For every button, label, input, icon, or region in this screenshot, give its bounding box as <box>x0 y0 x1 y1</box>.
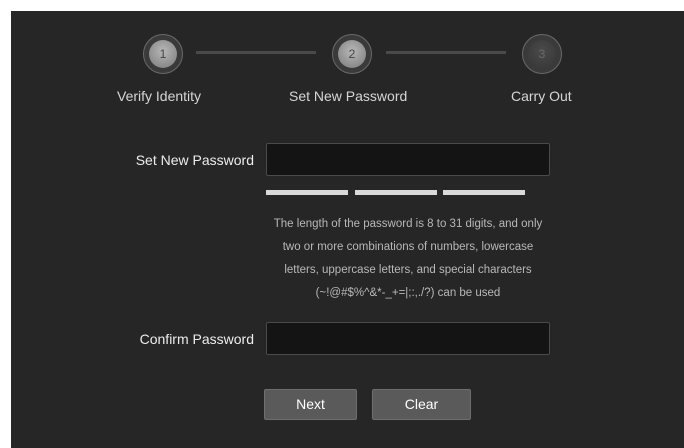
step-connector-2-3 <box>386 51 506 54</box>
password-rules-hint: The length of the password is 8 to 31 di… <box>273 218 543 299</box>
confirm-password-label: Confirm Password <box>139 331 254 347</box>
clear-button[interactable]: Clear <box>372 389 471 420</box>
strength-segment-2 <box>355 190 437 195</box>
step-2-indicator: 2 <box>332 34 372 74</box>
step-1-number: 1 <box>149 40 177 68</box>
step-2-number: 2 <box>338 40 366 68</box>
new-password-label: Set New Password <box>135 152 254 168</box>
next-button[interactable]: Next <box>264 389 357 420</box>
new-password-input[interactable] <box>266 143 550 176</box>
step-1-label: Verify Identity <box>117 88 202 104</box>
strength-segment-1 <box>266 190 348 195</box>
step-3-label: Carry Out <box>511 88 572 104</box>
step-1-indicator: 1 <box>143 34 183 74</box>
step-3-indicator: 3 <box>522 34 562 74</box>
step-3-number: 3 <box>528 40 556 68</box>
step-2-label: Set New Password <box>289 88 408 104</box>
step-connector-1-2 <box>196 51 316 54</box>
strength-segment-3 <box>443 190 525 195</box>
confirm-password-input[interactable] <box>266 322 550 355</box>
